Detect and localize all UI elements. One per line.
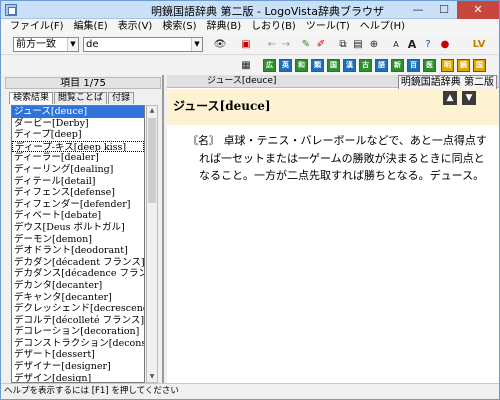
menu-edit[interactable]: 編集(E) bbox=[69, 19, 113, 35]
dictionary-toolbar: ▦ 広 英 和 類 国 漢 古 語 新 百 医 明 鏡 国 bbox=[1, 56, 499, 75]
menu-tools[interactable]: ツール(T) bbox=[301, 19, 355, 35]
search-mode-select[interactable]: 前方一致 ▼ bbox=[13, 37, 79, 52]
logovista-icon[interactable]: LV bbox=[472, 38, 486, 52]
list-item[interactable]: デザート[dessert] bbox=[12, 349, 144, 361]
tab-search-results[interactable]: 検索結果 bbox=[9, 92, 54, 104]
list-item[interactable]: ディフェンス[defense] bbox=[12, 187, 144, 199]
dict-icon-14[interactable]: 国 bbox=[473, 59, 486, 72]
marker-icon[interactable]: ✐ bbox=[314, 38, 328, 52]
results-tabs: 検索結果 閲覧ことば 付録 bbox=[9, 92, 135, 104]
previous-entry-icon[interactable]: ▲ bbox=[443, 91, 457, 105]
entry-definition: 〘名〙 卓球・テニス・バレーボールなどで、あと一点得点すれば一セットまたは一ゲー… bbox=[187, 134, 487, 182]
dictionary-select-icon[interactable]: ▣ bbox=[239, 38, 253, 52]
list-item[interactable]: ジュース[deuce] bbox=[12, 106, 144, 118]
entry-header: ジュース[deuce] 明鏡国語辞典 第二版 bbox=[167, 75, 499, 90]
title-bar[interactable]: 明鏡国語辞典 第二版 - LogoVista辞典ブラウザ — ☐ ✕ bbox=[1, 1, 499, 19]
help-icon[interactable]: ? bbox=[421, 38, 435, 52]
list-item[interactable]: ダービー[Derby] bbox=[12, 118, 144, 130]
tab-appendix[interactable]: 付録 bbox=[108, 92, 135, 104]
menu-search[interactable]: 検索(S) bbox=[157, 19, 201, 35]
entry-header-dictionary: 明鏡国語辞典 第二版 bbox=[397, 75, 497, 90]
menu-dictionary[interactable]: 辞典(B) bbox=[202, 19, 247, 35]
dict-icon-11[interactable]: 医 bbox=[423, 59, 436, 72]
dict-icon-9[interactable]: 新 bbox=[391, 59, 404, 72]
chevron-down-icon[interactable]: ▼ bbox=[67, 38, 78, 51]
list-item[interactable]: ディベート[debate] bbox=[12, 210, 144, 222]
scrollbar-thumb[interactable] bbox=[148, 118, 156, 203]
list-item[interactable]: ディープ[deep] bbox=[12, 129, 144, 141]
entry-body: 〘名〙 卓球・テニス・バレーボールなどで、あと一点得点すれば一セットまたは一ゲー… bbox=[187, 132, 489, 185]
app-icon bbox=[5, 4, 17, 16]
dict-icon-13[interactable]: 鏡 bbox=[457, 59, 470, 72]
list-item[interactable]: デオドラント[deodorant] bbox=[12, 245, 144, 257]
back-arrow-icon[interactable]: ← bbox=[265, 38, 279, 52]
dict-icon-3[interactable]: 和 bbox=[295, 59, 308, 72]
list-item[interactable]: デーモン[demon] bbox=[12, 234, 144, 246]
results-count: 項目 1/75 bbox=[5, 77, 161, 89]
maximize-button[interactable]: ☐ bbox=[431, 1, 457, 19]
scroll-up-icon[interactable]: ▲ bbox=[147, 106, 157, 116]
list-item[interactable]: デカンタ[decanter] bbox=[12, 280, 144, 292]
entry-pane: ジュース[deuce] 明鏡国語辞典 第二版 ジュース[deuce] ▲ ▼ 〘… bbox=[167, 75, 499, 383]
chevron-down-icon[interactable]: ▼ bbox=[191, 38, 202, 51]
status-bar: ヘルプを表示するには [F1] を押してください bbox=[1, 383, 499, 399]
list-item[interactable]: ディープ-キス[deep kiss] bbox=[12, 140, 144, 153]
forward-arrow-icon[interactable]: → bbox=[279, 38, 293, 52]
dict-icon-2[interactable]: 英 bbox=[279, 59, 292, 72]
list-item[interactable]: ディテール[detail] bbox=[12, 176, 144, 188]
app-window: 明鏡国語辞典 第二版 - LogoVista辞典ブラウザ — ☐ ✕ ファイル(… bbox=[0, 0, 500, 400]
list-item[interactable]: デコンストラクション[deconstruction] bbox=[12, 338, 144, 350]
dict-icon-7[interactable]: 古 bbox=[359, 59, 372, 72]
results-list: ジュース[deuce] ダービー[Derby] ディープ[deep] ディープ-… bbox=[11, 105, 145, 383]
list-item[interactable]: デウス[Deus ポルトガル] bbox=[12, 222, 144, 234]
entry-title: ジュース[deuce] bbox=[173, 99, 271, 113]
zoom-icon[interactable]: ⊕ bbox=[367, 38, 381, 52]
list-item[interactable]: ディーリング[dealing] bbox=[12, 164, 144, 176]
tab-browsed-words[interactable]: 閲覧ことば bbox=[54, 92, 108, 104]
next-entry-icon[interactable]: ▼ bbox=[462, 91, 476, 105]
menu-file[interactable]: ファイル(F) bbox=[5, 19, 69, 35]
entry-title-band: ジュース[deuce] ▲ ▼ bbox=[167, 89, 499, 125]
dict-icon-4[interactable]: 類 bbox=[311, 59, 324, 72]
window-title: 明鏡国語辞典 第二版 - LogoVista辞典ブラウザ bbox=[151, 5, 384, 18]
copy-icon[interactable]: ⧉ bbox=[336, 38, 350, 52]
list-item[interactable]: デカダン[décadent フランス] bbox=[12, 257, 144, 269]
binoculars-icon[interactable]: 👁 bbox=[213, 38, 227, 52]
list-item[interactable]: デカダンス[décadence フランス] bbox=[12, 268, 144, 280]
list-item[interactable]: デクレッシェンド[decrescendo] bbox=[12, 303, 144, 315]
menu-help[interactable]: ヘルプ(H) bbox=[355, 19, 410, 35]
close-button[interactable]: ✕ bbox=[457, 1, 499, 19]
stop-icon[interactable]: ● bbox=[438, 38, 452, 52]
dict-icon-1[interactable]: 広 bbox=[263, 59, 276, 72]
menu-bookmark[interactable]: しおり(B) bbox=[246, 19, 301, 35]
list-item[interactable]: ディーラー[dealer] bbox=[12, 152, 144, 164]
toolbar: 前方一致 ▼ de ▼ 👁 ▣ ← → ✎ ✐ ⧉ ▤ ⊕ A A ? ● LV bbox=[1, 35, 499, 55]
minimize-button[interactable]: — bbox=[405, 1, 431, 19]
list-item[interactable]: ディフェンダー[defender] bbox=[12, 199, 144, 211]
font-large-icon[interactable]: A bbox=[405, 38, 419, 52]
results-pane: 項目 1/75 検索結果 閲覧ことば 付録 ジュース[deuce] ダービー[D… bbox=[1, 75, 164, 383]
search-mode-value: 前方一致 bbox=[16, 39, 56, 50]
search-input-value: de bbox=[86, 39, 99, 50]
font-small-icon[interactable]: A bbox=[389, 38, 403, 52]
dict-icon-5[interactable]: 国 bbox=[327, 59, 340, 72]
list-item[interactable]: デキャンタ[decanter] bbox=[12, 292, 144, 304]
list-item[interactable]: デザイナー[designer] bbox=[12, 361, 144, 373]
results-scrollbar[interactable]: ▲ ▼ bbox=[146, 105, 158, 383]
list-item[interactable]: デコルテ[décolleté フランス] bbox=[12, 315, 144, 327]
pencil-icon[interactable]: ✎ bbox=[299, 38, 313, 52]
list-item[interactable]: デコレーション[decoration] bbox=[12, 326, 144, 338]
scroll-down-icon[interactable]: ▼ bbox=[147, 372, 157, 382]
grid-icon[interactable]: ▦ bbox=[239, 59, 253, 73]
menu-bar: ファイル(F) 編集(E) 表示(V) 検索(S) 辞典(B) しおり(B) ツ… bbox=[1, 19, 499, 35]
menu-view[interactable]: 表示(V) bbox=[113, 19, 158, 35]
dict-icon-8[interactable]: 語 bbox=[375, 59, 388, 72]
dict-icon-10[interactable]: 百 bbox=[407, 59, 420, 72]
entry-header-word: ジュース[deuce] bbox=[207, 76, 277, 86]
list-item[interactable]: デザイン[design] bbox=[12, 373, 144, 382]
window-icon[interactable]: ▤ bbox=[351, 38, 365, 52]
dict-icon-6[interactable]: 漢 bbox=[343, 59, 356, 72]
dict-icon-12[interactable]: 明 bbox=[441, 59, 454, 72]
search-input[interactable]: de ▼ bbox=[83, 37, 203, 52]
